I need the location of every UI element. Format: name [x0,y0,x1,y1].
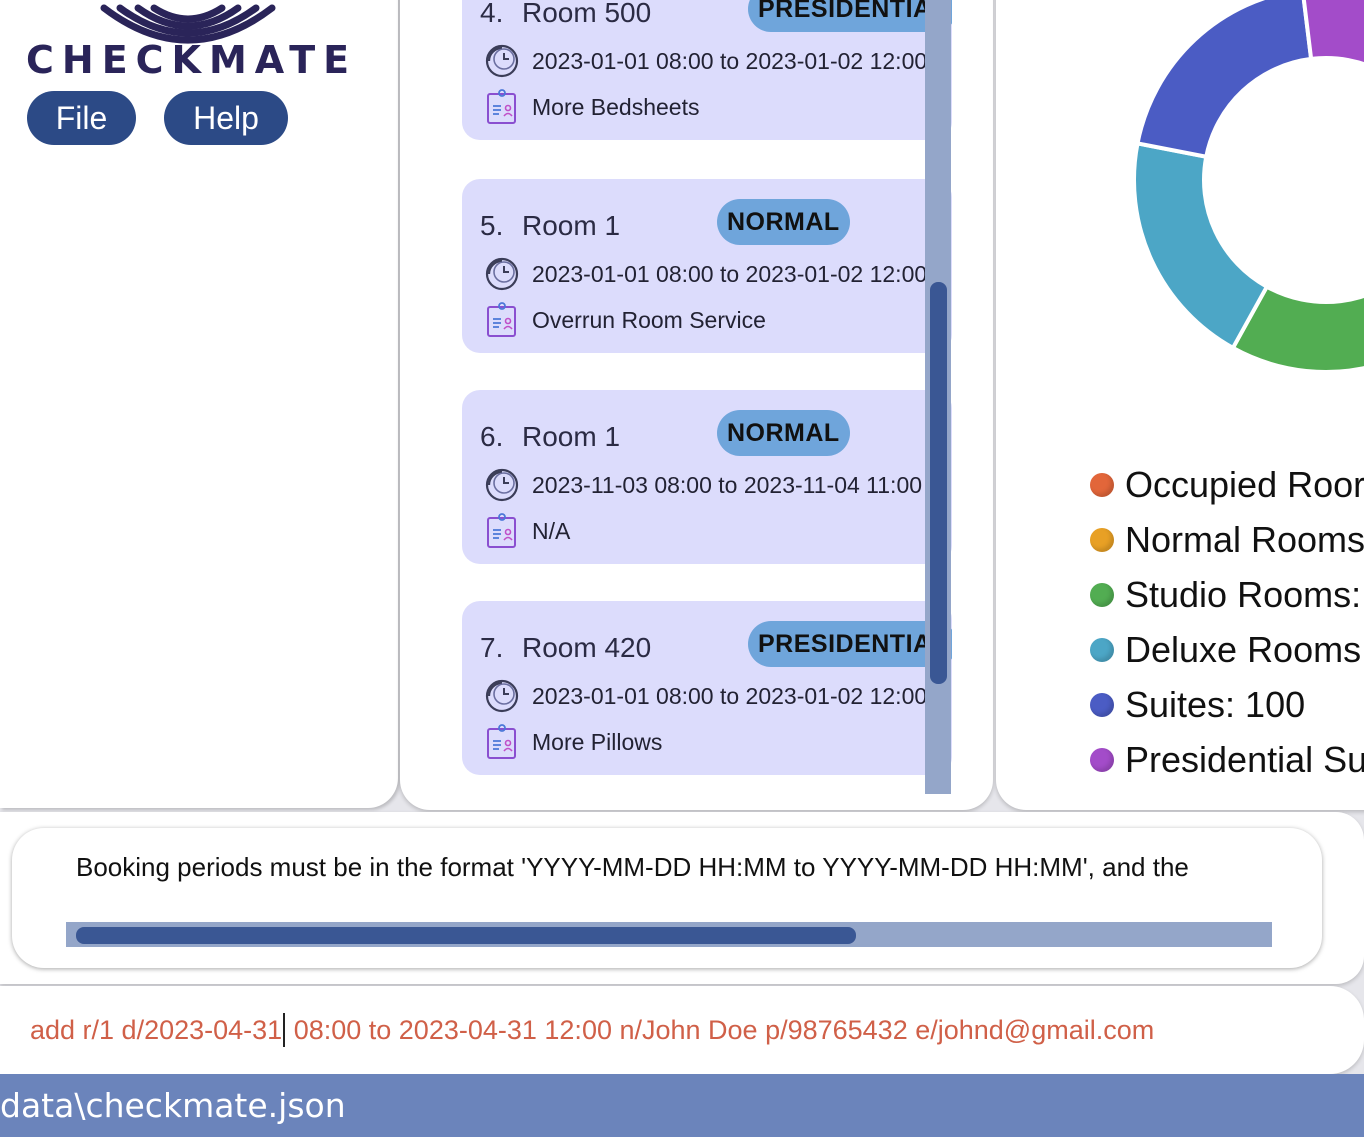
legend-item: Normal Rooms [1090,512,1364,567]
booking-card[interactable]: 4. Room 500 PRESIDENTIAL 2023-01-01 08:00 t… [462,0,952,140]
booking-period-row: 2023-01-01 08:00 to 2023-01-02 12:00 [484,256,927,292]
command-text-after-caret: 08:00 to 2023-04-31 12:00 n/John Doe p/9… [286,1014,1155,1045]
booking-period-row: 2023-01-01 08:00 to 2023-01-02 12:00 [484,43,927,79]
booking-period: 2023-01-01 08:00 to 2023-01-02 12:00 [532,682,928,709]
legend-dot-icon [1090,527,1114,552]
booking-period: 2023-01-01 08:00 to 2023-01-02 12:00 [532,47,928,74]
status-bar: data\checkmate.json [0,1074,1364,1137]
legend-label: Suites: 100 [1125,683,1306,725]
legend-item: Occupied Roor [1090,457,1364,512]
booking-request-row: More Pillows [484,724,662,760]
booking-list-scroll-thumb[interactable] [930,282,947,684]
booking-header: 4. Room 500 [480,0,651,36]
booking-index: 4. [480,0,504,28]
booking-index: 5. [480,210,504,241]
clock-icon [485,468,519,502]
room-type-badge: NORMAL [717,199,850,245]
booking-request-row: Overrun Room Service [484,302,766,338]
booking-index: 7. [480,632,504,663]
legend-item: Suites: 100 [1090,677,1364,732]
booking-list-panel[interactable]: 4. Room 500 PRESIDENTIAL 2023-01-01 08:00 t… [400,0,993,810]
booking-card[interactable]: 7. Room 420 PRESIDENTIAL 2023-01-01 08:00 t… [462,601,952,775]
room-type-donut-chart [1132,0,1364,374]
booking-period: 2023-11-03 08:00 to 2023-11-04 11:00 [532,471,923,498]
result-message: Booking periods must be in the format 'Y… [76,852,1189,882]
legend-label: Normal Rooms [1125,518,1364,560]
booking-card[interactable]: 6. Room 1 NORMAL 2023-11-03 08:00 to 2023-1… [462,390,952,564]
legend-label: Deluxe Rooms [1125,628,1362,670]
clock-icon [485,44,519,78]
result-scroll-thumb[interactable] [76,927,856,944]
legend-dot-icon [1090,747,1114,772]
chart-legend: Occupied Roor Normal Rooms Studio Rooms: De… [1090,457,1364,787]
booking-index: 6. [480,421,504,452]
donut-slice-deluxe-rooms [1132,141,1270,351]
booking-header: 7. Room 420 [480,625,651,671]
legend-dot-icon [1090,582,1114,607]
room-type-badge: NORMAL [717,410,850,456]
booking-request: Overrun Room Service [532,306,766,333]
help-menu-button[interactable]: Help [164,91,288,145]
booking-request: N/A [532,517,571,544]
legend-label: Presidential Su [1125,738,1364,780]
legend-dot-icon [1090,637,1114,662]
command-box[interactable]: add r/1 d/2023-04-31 08:00 to 2023-04-31… [0,986,1364,1074]
booking-room: Room 1 [522,421,621,452]
command-input[interactable]: add r/1 d/2023-04-31 08:00 to 2023-04-31… [30,1008,1330,1052]
clock-icon [485,257,519,291]
room-type-badge: PRESIDENTIAL [748,621,952,667]
booking-header: 6. Room 1 [480,414,620,460]
result-display-box: Booking periods must be in the format 'Y… [12,828,1322,968]
clipboard-note-icon [487,89,516,124]
text-caret [283,1013,286,1047]
data-file-path: data\checkmate.json [0,1086,346,1125]
room-chart-panel: Occupied Roor Normal Rooms Studio Rooms: De… [996,0,1364,810]
legend-item: Deluxe Rooms [1090,622,1364,677]
booking-room: Room 1 [522,210,621,241]
booking-period: 2023-01-01 08:00 to 2023-01-02 12:00 [532,260,928,287]
legend-label: Studio Rooms: [1125,573,1362,615]
command-text-before-caret: add r/1 d/2023-04-31 [30,1014,283,1045]
booking-request: More Pillows [532,728,663,755]
booking-card[interactable]: 5. Room 1 NORMAL 2023-01-01 08:00 to 2023-0… [462,179,952,353]
legend-dot-icon [1090,692,1114,717]
booking-request-row: More Bedsheets [484,89,699,125]
booking-request: More Bedsheets [532,93,700,120]
room-type-badge: PRESIDENTIAL [748,0,952,32]
clock-icon [485,679,519,713]
booking-period-row: 2023-11-03 08:00 to 2023-11-04 11:00 [484,467,922,503]
booking-room: Room 420 [522,632,652,663]
clipboard-note-icon [487,302,516,337]
file-menu-button[interactable]: File [27,91,136,145]
app-logo-text: CHECKMATE [26,38,358,82]
donut-slice-suites [1135,0,1314,160]
clipboard-note-icon [487,724,516,759]
legend-label: Occupied Roor [1125,463,1364,505]
booking-header: 5. Room 1 [480,203,620,249]
booking-request-row: N/A [484,513,570,549]
legend-item: Presidential Su [1090,732,1364,787]
legend-item: Studio Rooms: [1090,567,1364,622]
booking-room: Room 500 [522,0,652,28]
donut-slice-presidential-suites [1301,0,1364,67]
result-display-panel: Booking periods must be in the format 'Y… [0,812,1364,984]
clipboard-note-icon [487,513,516,548]
legend-dot-icon [1090,472,1114,497]
booking-period-row: 2023-01-01 08:00 to 2023-01-02 12:00 [484,678,927,714]
left-panel: CHECKMATE File Help [0,0,398,808]
